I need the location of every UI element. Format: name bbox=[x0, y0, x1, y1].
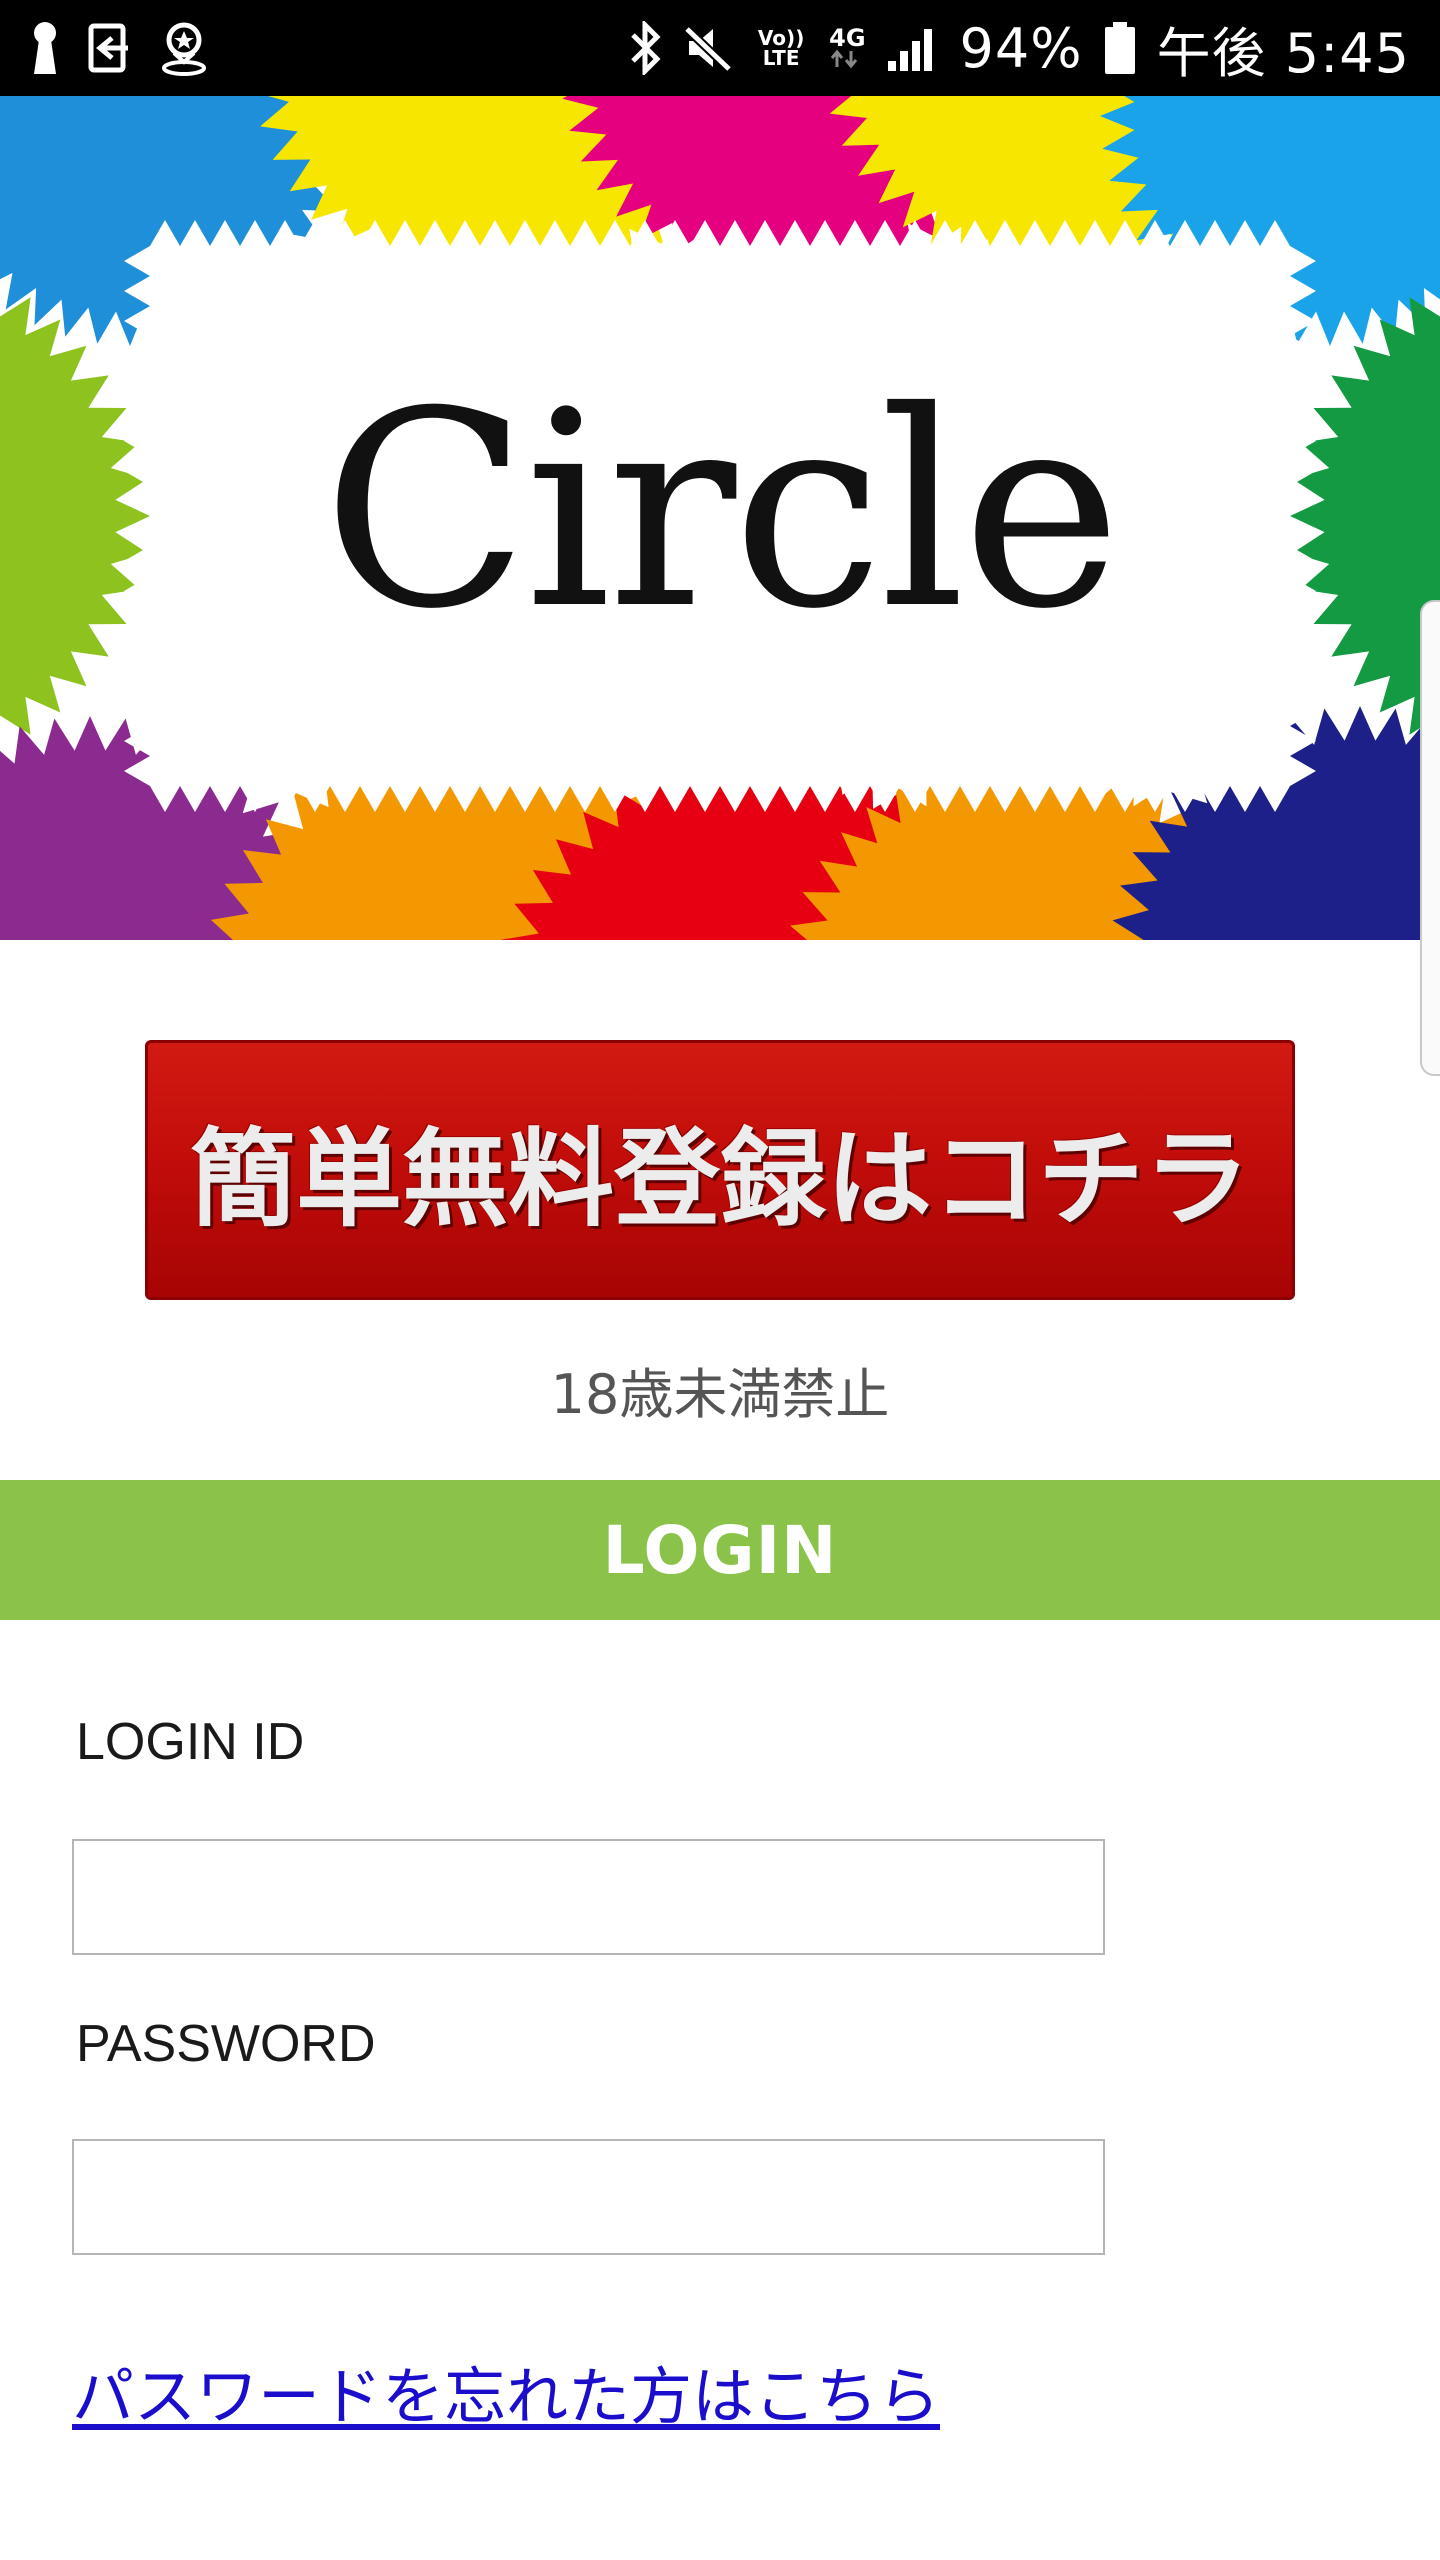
login-id-input[interactable] bbox=[72, 1839, 1105, 1955]
free-register-button[interactable]: 簡単無料登録はコチラ bbox=[145, 1040, 1295, 1300]
circle-logo: Circle bbox=[0, 96, 1440, 940]
edge-panel-handle[interactable] bbox=[1420, 600, 1440, 1076]
circle-logo-text: Circle bbox=[322, 352, 1121, 668]
forgot-password-link[interactable]: パスワードを忘れた方はこちら bbox=[72, 2346, 940, 2436]
circle-banner: Circle bbox=[0, 96, 1440, 940]
network-4g-icon: 4G bbox=[829, 26, 866, 69]
free-register-button-label: 簡単無料登録はコチラ bbox=[190, 1118, 1250, 1241]
status-left-icons bbox=[30, 18, 208, 78]
login-id-label: LOGIN ID bbox=[76, 1713, 305, 1771]
battery-percent: 94% bbox=[959, 16, 1083, 80]
status-bar: Vo)) LTE 4G 94% 午後 5:45 bbox=[0, 0, 1440, 96]
bluetooth-icon bbox=[629, 21, 663, 75]
mute-icon bbox=[683, 23, 733, 73]
password-label: PASSWORD bbox=[76, 2015, 376, 2073]
clock: 午後 5:45 bbox=[1156, 21, 1410, 85]
battery-icon bbox=[1103, 20, 1137, 76]
login-title: LOGIN bbox=[602, 1511, 838, 1589]
age-restriction-note: 18歳未満禁止 bbox=[550, 1363, 890, 1426]
volte-icon: Vo)) LTE bbox=[757, 26, 805, 70]
keyhole-icon bbox=[30, 20, 60, 76]
signal-icon bbox=[886, 23, 940, 73]
login-header: LOGIN bbox=[0, 1480, 1440, 1620]
location-icon bbox=[160, 20, 208, 76]
sign-in-icon bbox=[88, 23, 132, 73]
password-input[interactable] bbox=[72, 2139, 1105, 2255]
status-right-icons: Vo)) LTE 4G 94% 午後 5:45 bbox=[629, 14, 1410, 85]
